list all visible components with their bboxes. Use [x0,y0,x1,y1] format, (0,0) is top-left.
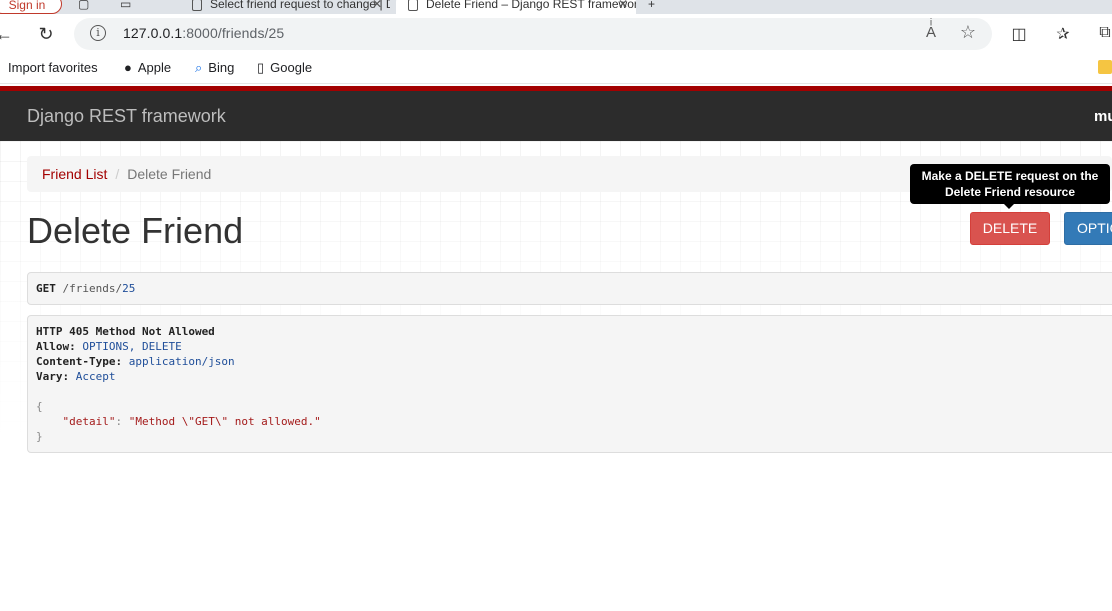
options-button[interactable]: OPTIONS [1064,212,1112,245]
address-bar[interactable]: i 127.0.0.1:8000/friends/25 Aͥ ☆ [74,18,992,50]
json-close-brace: } [36,430,43,443]
refresh-icon[interactable]: ↻ [34,22,58,46]
favorite-star-icon[interactable]: ☆ [960,22,976,43]
search-icon: ⌕ [195,60,203,75]
brand-link[interactable]: Django REST framework [27,106,226,127]
url-path: :8000/friends/25 [182,25,285,41]
request-method: GET [36,282,56,295]
response-info: HTTP 405 Method Not Allowed Allow: OPTIO… [27,315,1112,453]
breadcrumb-friend-list-link[interactable]: Friend List [42,166,107,182]
favorite-bing[interactable]: ⌕ Bing [195,60,234,76]
close-tab-icon[interactable]: ✕ [618,0,628,14]
tab-title: Select friend request to change | Django… [210,0,390,11]
favorites-bar: Import favorites ● Apple ⌕ Bing ▯ Google [0,54,1112,84]
breadcrumb-separator: / [115,166,120,182]
request-info: GET /friends/25 [27,272,1112,305]
favorite-google-label: Google [270,60,313,75]
allow-header-key: Allow: [36,340,76,353]
content-type-key: Content-Type: [36,355,123,368]
json-detail-key: "detail" [62,415,116,428]
split-screen-icon[interactable]: ◫ [1008,24,1030,44]
page-title: Delete Friend [27,210,244,251]
import-favorites-label: Import favorites [8,60,98,75]
read-aloud-icon[interactable]: Aͥ [926,24,936,41]
page-icon [408,0,418,11]
allow-header-value: OPTIONS, DELETE [82,340,182,353]
vary-header-value: Accept [75,370,116,383]
favorites-icon[interactable]: ✰ [1052,24,1074,44]
new-tab-icon[interactable]: + [648,0,668,14]
response-status: HTTP 405 Method Not Allowed [36,325,215,338]
site-info-icon[interactable]: i [90,25,106,41]
delete-tooltip: Make a DELETE request on the Delete Frie… [910,164,1110,204]
browser-toolbar: ← ↻ i 127.0.0.1:8000/friends/25 Aͥ ☆ ◫ ✰… [0,14,1112,54]
url-host: 127.0.0.1 [123,25,183,41]
sign-in-button[interactable]: Sign in [0,0,62,14]
request-id: 25 [122,282,136,295]
browser-tab-strip: Sign in ▢ ▭ Select friend request to cha… [0,0,1112,14]
content-type-value: application/json [128,355,235,368]
favorite-apple-label: Apple [137,60,172,75]
tab-delete-friend[interactable]: Delete Friend – Django REST framework ✕ [396,0,636,14]
favorite-google[interactable]: ▯ Google [257,60,312,76]
tooltip-line-2: Delete Friend resource [944,185,1076,199]
tooltip-line-1: Make a DELETE request on the [921,169,1099,183]
apple-icon: ● [124,60,132,75]
url-text[interactable]: 127.0.0.1:8000/friends/25 [123,25,284,41]
workspaces-icon[interactable]: ▢ [78,0,98,14]
collections-icon[interactable]: ⧉ [1094,24,1112,42]
favorite-bing-label: Bing [208,60,235,75]
import-favorites-link[interactable]: Import favorites [8,60,98,75]
folder-icon[interactable] [1098,60,1112,74]
page-icon [192,0,202,11]
request-path: /friends/ [55,282,123,295]
tab-actions-icon[interactable]: ▭ [120,0,140,14]
delete-button[interactable]: DELETE [970,212,1050,245]
favorite-apple[interactable]: ● Apple [124,60,171,75]
json-open-brace: { [36,400,43,413]
json-detail-value: "Method \"GET\" not allowed." [128,415,321,428]
page-icon: ▯ [257,60,265,75]
tab-title: Delete Friend – Django REST framework [426,0,636,11]
vary-header-key: Vary: [36,370,70,383]
close-tab-icon[interactable]: ✕ [372,0,382,14]
drf-navbar: Django REST framework mu [0,91,1112,141]
tooltip-arrow [1004,204,1014,209]
tab-django-admin[interactable]: Select friend request to change | Django… [180,0,390,14]
back-icon[interactable]: ← [0,22,16,46]
json-colon: : [115,415,129,428]
user-menu[interactable]: mu [1094,108,1112,125]
breadcrumb-active: Delete Friend [127,166,212,182]
